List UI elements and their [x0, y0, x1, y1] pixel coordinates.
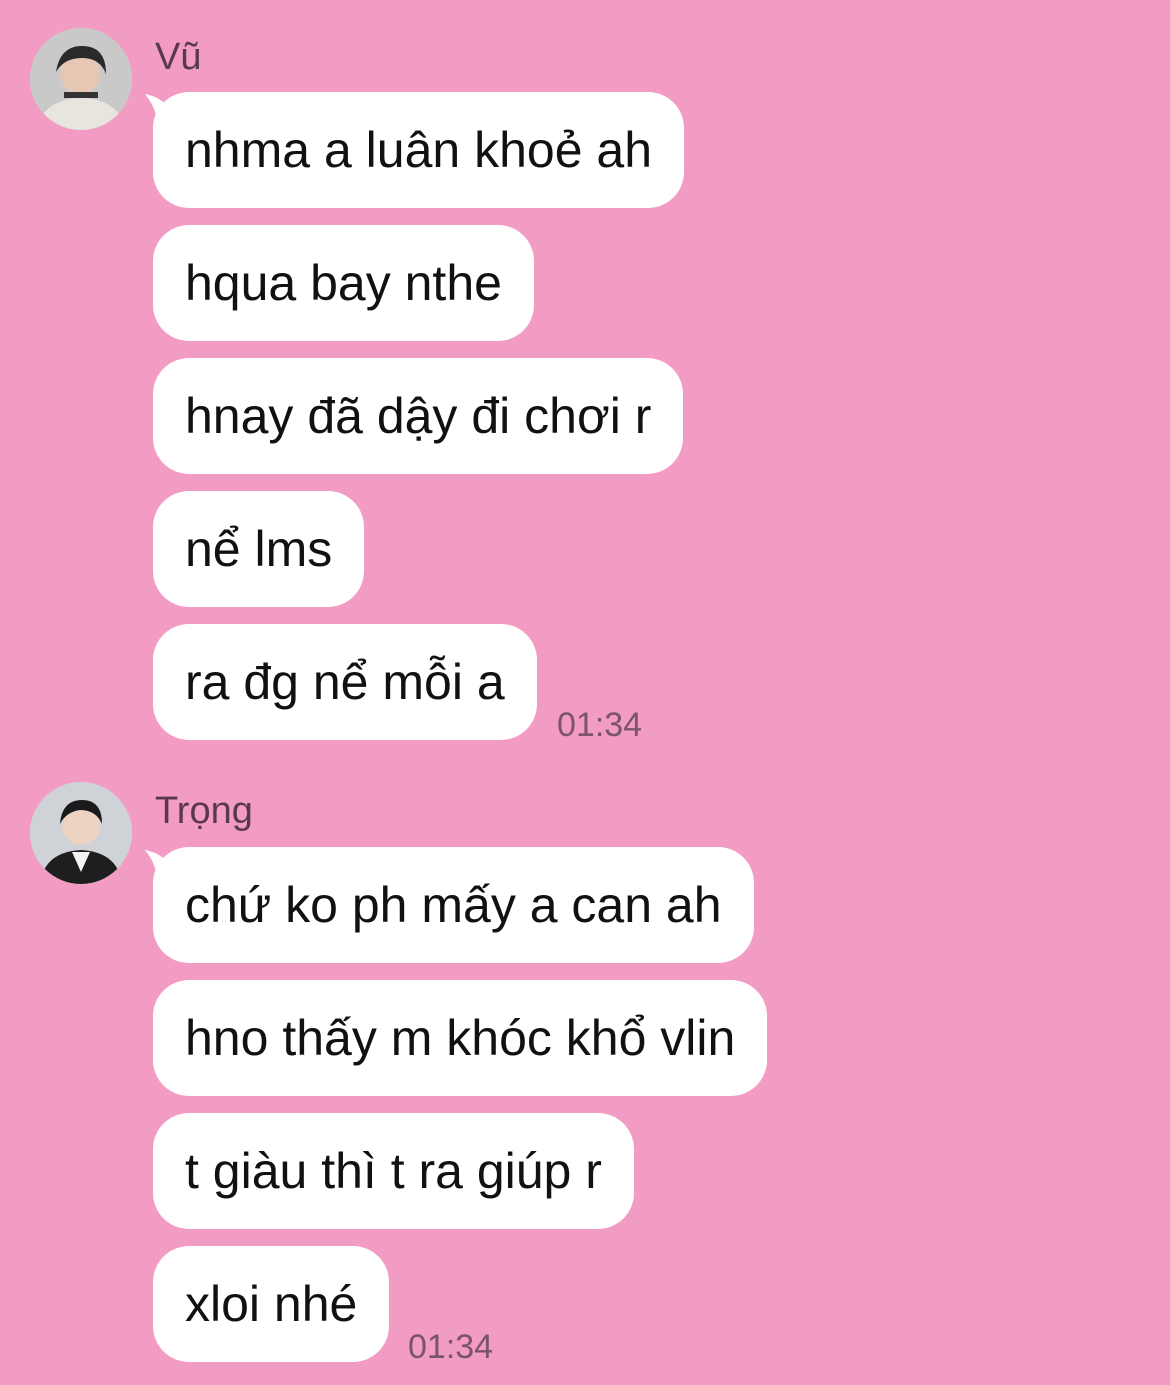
message-timestamp: 01:34 [557, 706, 643, 744]
message-timestamp: 01:34 [408, 1328, 494, 1366]
message-bubble[interactable]: hqua bay nthe [153, 225, 534, 341]
avatar-trong[interactable] [30, 782, 132, 884]
message-bubble[interactable]: ra đg nể mỗi a [153, 624, 537, 740]
message-bubble[interactable]: nể lms [153, 491, 365, 607]
message-bubble[interactable]: chứ ko ph mấy a can ah [153, 847, 754, 963]
sender-name: Vũ [155, 36, 202, 78]
profile-photo-icon [30, 782, 132, 884]
sender-name: Trọng [155, 790, 253, 832]
message-bubble[interactable]: hno thấy m khóc khổ vlin [153, 980, 768, 1096]
message-bubble[interactable]: nhma a luân khoẻ ah [153, 92, 685, 208]
message-bubble[interactable]: hnay đã dậy đi chơi r [153, 358, 684, 474]
avatar-vu[interactable] [30, 28, 132, 130]
profile-photo-icon [30, 28, 132, 130]
message-bubble[interactable]: t giàu thì t ra giúp r [153, 1113, 634, 1229]
message-bubble[interactable]: xloi nhé [153, 1246, 390, 1362]
